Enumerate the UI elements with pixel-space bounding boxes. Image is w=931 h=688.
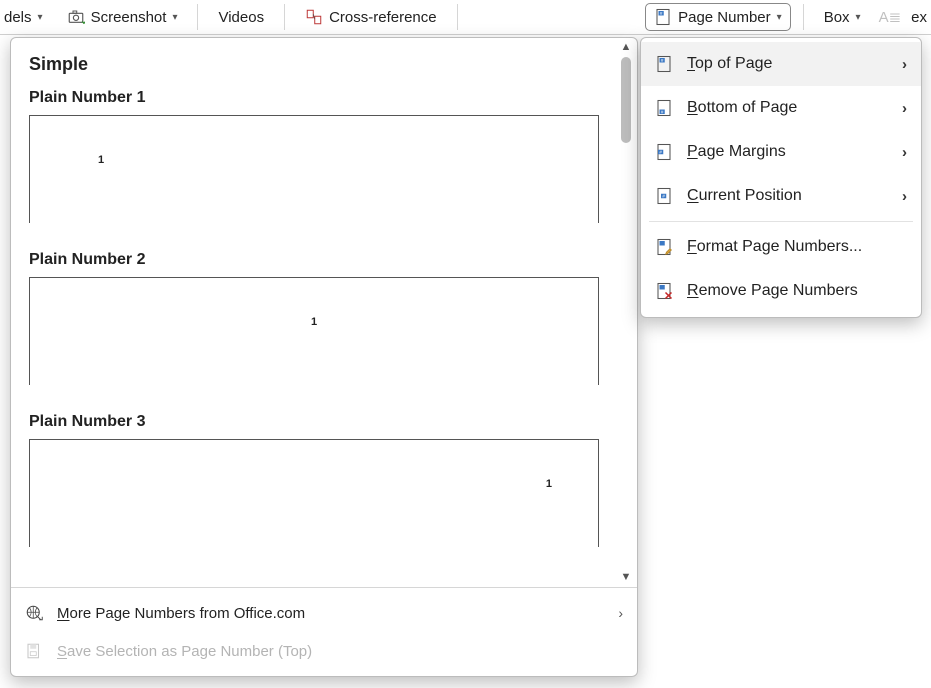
chevron-down-icon: ▾ [856,12,861,23]
separator [284,4,285,30]
scroll-down-icon[interactable]: ▼ [621,570,632,585]
page-margins-icon: # [655,143,673,161]
gallery-scroll-area: Simple Plain Number 1 1 Plain Number 2 1… [11,38,637,587]
chevron-right-icon: › [902,144,907,161]
gallery-item-preview-plain-2[interactable]: 1 [29,277,599,385]
save-selection-label: Save Selection as Page Number (Top) [57,643,623,660]
dropcap-icon: A≣ [879,8,902,26]
save-icon [25,642,43,660]
menu-page-margins[interactable]: # Page Margins › [641,130,921,174]
menu-label: Top of Page [687,55,888,73]
scrollbar[interactable]: ▲ ▼ [617,40,635,585]
page-top-icon: # [655,55,673,73]
separator [803,4,804,30]
screenshot-label: Screenshot [91,9,167,26]
box-label: Box [824,9,850,26]
chevron-right-icon: › [902,188,907,205]
menu-label: Bottom of Page [687,99,888,117]
gallery-item-title: Plain Number 3 [29,413,615,431]
page-number-gallery: Simple Plain Number 1 1 Plain Number 2 1… [10,37,638,677]
menu-top-of-page[interactable]: # Top of Page › [641,42,921,86]
gallery-item-title: Plain Number 1 [29,89,615,107]
page-bottom-icon: # [655,99,673,117]
chevron-right-icon: › [902,56,907,73]
menu-divider [649,221,913,222]
menu-label: Format Page Numbers... [687,238,907,256]
menu-format-page-numbers[interactable]: Format Page Numbers... [641,225,921,269]
menu-label: Current Position [687,187,888,205]
menu-label: Remove Page Numbers [687,282,907,300]
more-page-numbers-row[interactable]: More Page Numbers from Office.com › [11,594,637,632]
menu-remove-page-numbers[interactable]: Remove Page Numbers [641,269,921,313]
gallery-item-preview-plain-1[interactable]: 1 [29,115,599,223]
page-number-button[interactable]: # Page Number ▾ [645,3,791,31]
globe-icon [25,604,43,622]
page-number-icon: # [654,8,672,26]
right-partial-label: ex [911,9,927,26]
chevron-down-icon: ▾ [38,12,43,23]
preview-number: 1 [98,154,104,166]
models-label: dels [4,9,32,26]
gallery-item-preview-plain-3[interactable]: 1 [29,439,599,547]
page-number-label: Page Number [678,9,771,26]
menu-label: Page Margins [687,143,888,161]
format-icon [655,238,673,256]
remove-icon [655,282,673,300]
gallery-footer: More Page Numbers from Office.com › Save… [11,587,637,676]
save-selection-row: Save Selection as Page Number (Top) [11,632,637,670]
gallery-item-title: Plain Number 2 [29,251,615,269]
camera-icon [67,8,85,26]
preview-number: 1 [546,478,552,490]
separator [457,4,458,30]
screenshot-button[interactable]: Screenshot ▾ [59,3,186,31]
dropcap-button-disabled: A≣ [877,3,904,31]
models-button-partial[interactable]: dels ▾ [4,3,51,31]
cross-reference-icon [305,8,323,26]
box-button[interactable]: Box ▾ [816,3,869,31]
chevron-right-icon: › [618,605,623,621]
preview-number: 1 [311,316,317,328]
videos-button[interactable]: Videos [210,3,272,31]
scroll-track[interactable] [621,55,631,570]
separator [197,4,198,30]
menu-current-position[interactable]: # Current Position › [641,174,921,218]
page-current-icon: # [655,187,673,205]
scroll-thumb[interactable] [621,57,631,143]
ribbon-toolbar: dels ▾ Screenshot ▾ Videos Cross-referen… [0,0,931,35]
menu-bottom-of-page[interactable]: # Bottom of Page › [641,86,921,130]
right-partial: ex [911,3,927,31]
gallery-section-heading: Simple [29,54,615,75]
chevron-right-icon: › [902,100,907,117]
cross-reference-button[interactable]: Cross-reference [297,3,445,31]
scroll-up-icon[interactable]: ▲ [621,40,632,55]
chevron-down-icon: ▾ [172,12,177,23]
chevron-down-icon: ▾ [777,12,782,23]
videos-label: Videos [218,9,264,26]
more-page-numbers-label: More Page Numbers from Office.com [57,605,604,622]
page-number-dropdown: # Top of Page › # Bottom of Page › # Pag… [640,37,922,318]
cross-reference-label: Cross-reference [329,9,437,26]
